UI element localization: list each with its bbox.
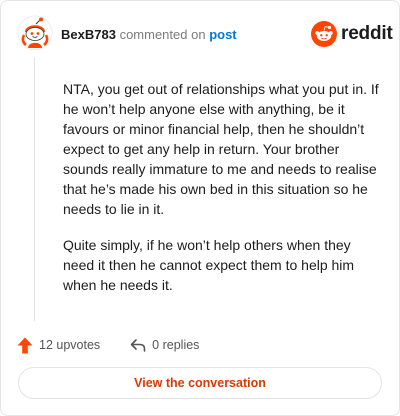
view-conversation-button[interactable]: View the conversation bbox=[18, 367, 382, 399]
reddit-wordmark: reddit bbox=[341, 23, 393, 44]
comment-paragraph: Quite simply, if he won’t help others wh… bbox=[63, 237, 355, 293]
comment-body: NTA, you get out of relationships what y… bbox=[63, 79, 381, 311]
comment-paragraph: NTA, you get out of relationships what y… bbox=[63, 81, 379, 217]
reply-arrow-icon bbox=[130, 339, 146, 352]
post-link[interactable]: post bbox=[209, 27, 236, 42]
replies-stat[interactable]: 0 replies bbox=[130, 338, 199, 352]
upvotes-count: 12 upvotes bbox=[39, 338, 101, 352]
comment-meta-text: commented on bbox=[119, 27, 206, 42]
upvote-arrow-icon bbox=[17, 337, 33, 353]
user-avatar-icon[interactable] bbox=[17, 15, 53, 51]
comment-header: BexB783 commented on post bbox=[61, 27, 237, 43]
upvotes-stat[interactable]: 12 upvotes bbox=[17, 337, 100, 354]
comment-footer: 12 upvotes 0 replies bbox=[17, 335, 199, 355]
thread-line bbox=[34, 57, 35, 321]
username-link[interactable]: BexB783 bbox=[61, 27, 116, 42]
comment-card: BexB783 commented on post reddit NTA, yo… bbox=[0, 0, 400, 416]
replies-count: 0 replies bbox=[152, 338, 200, 352]
reddit-logo[interactable]: reddit bbox=[311, 21, 393, 47]
reddit-logo-icon bbox=[311, 21, 337, 47]
